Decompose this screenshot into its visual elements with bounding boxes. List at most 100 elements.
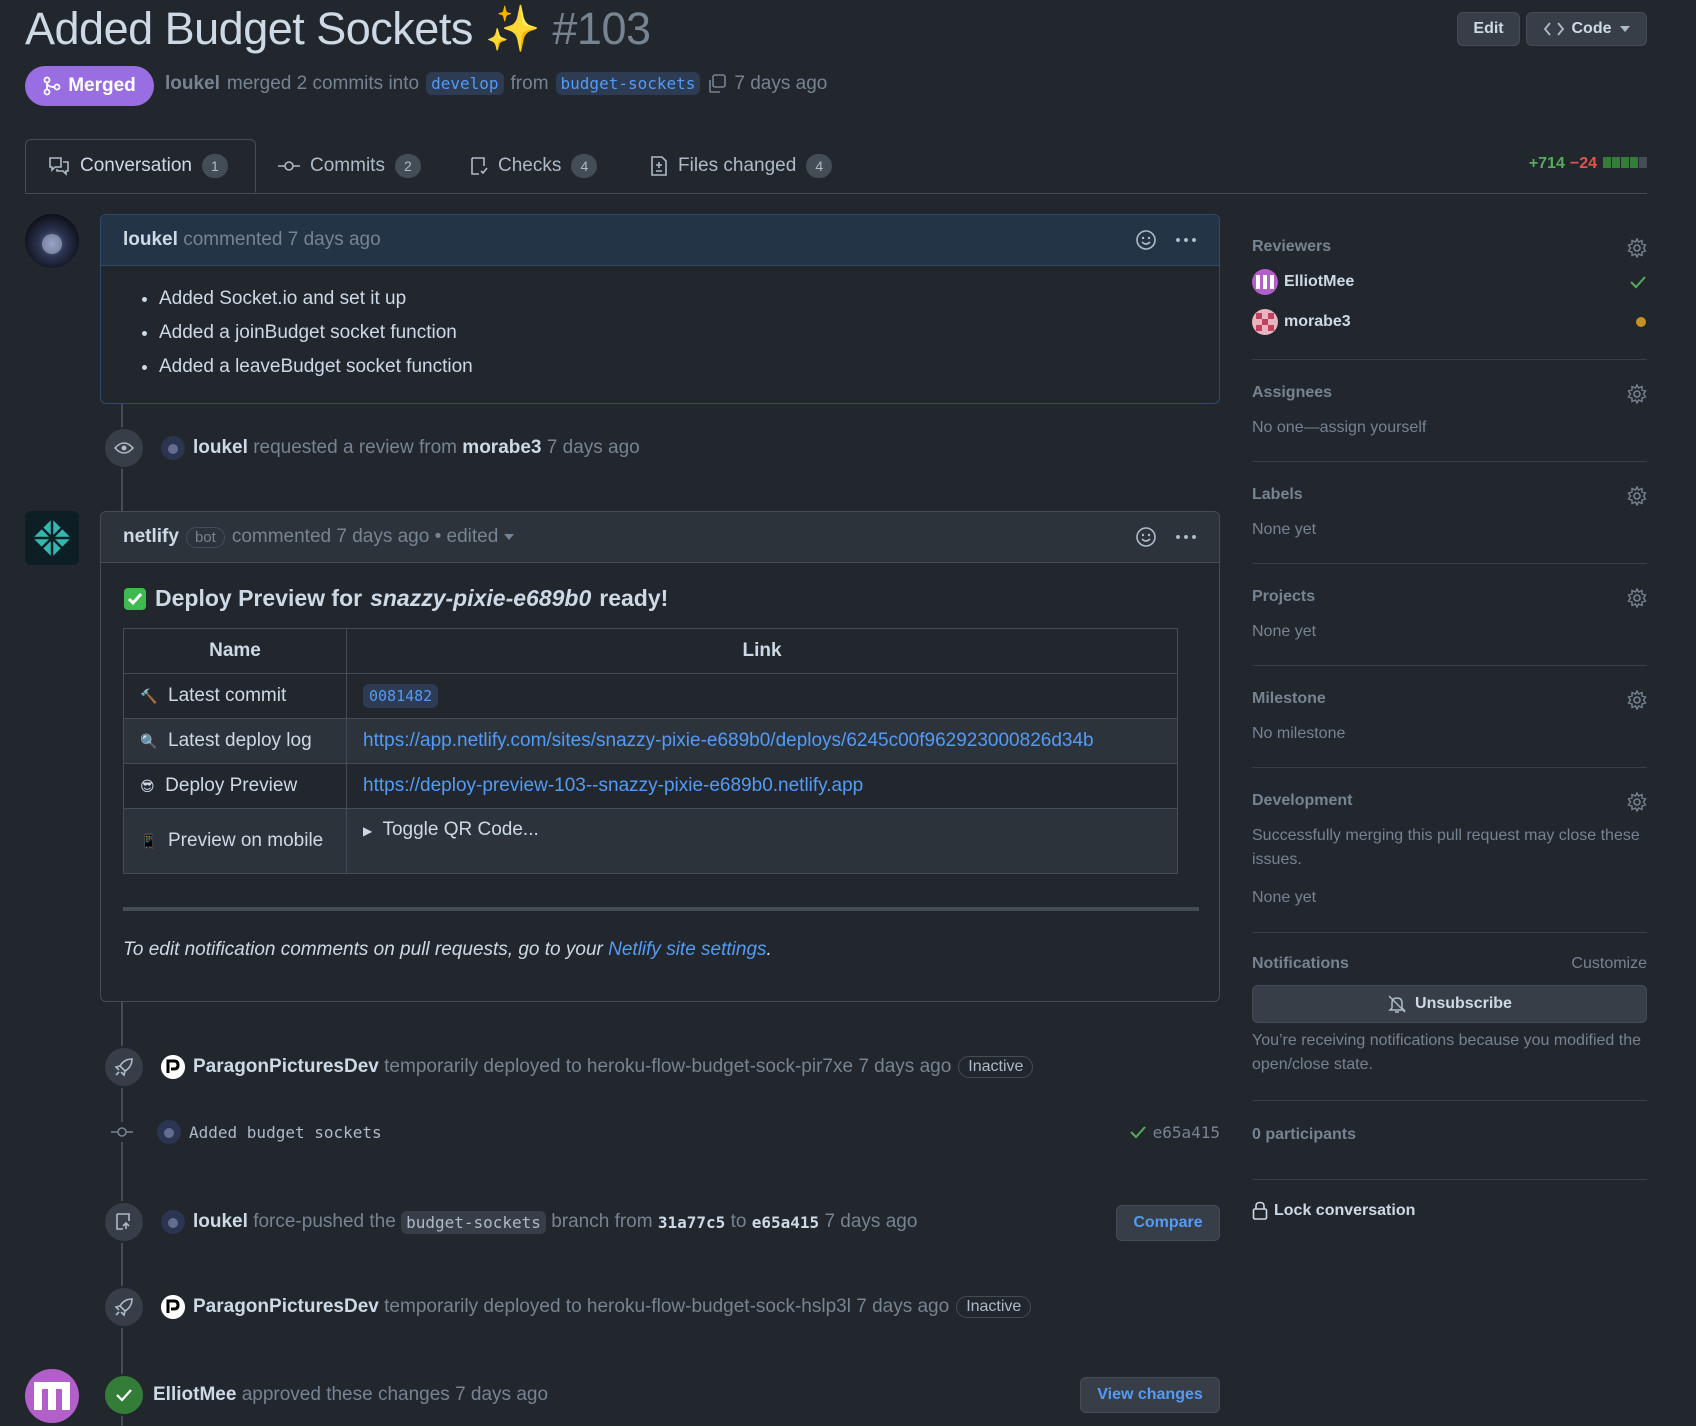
check-icon [1630,276,1646,289]
comment-netlify: netlify bot commented 7 days ago • edite… [100,511,1220,1002]
deploy-table: Name Link 🔨 Latest commit 0081482 🔍 Late… [123,628,1178,874]
commit-message[interactable]: Added budget sockets [189,1123,382,1142]
kebab-horizontal-icon[interactable] [1175,237,1197,243]
gear-icon[interactable] [1627,238,1647,258]
tab-files-changed[interactable]: Files changed 4 [650,139,833,193]
comment-author[interactable]: netlify [123,526,179,548]
check-icon[interactable] [1129,1125,1147,1139]
comment-header: netlify bot commented 7 days ago • edite… [101,512,1219,563]
labels-value: None yet [1252,521,1317,538]
copy-icon[interactable] [707,73,727,94]
milestone-section: Milestone No milestone [1252,690,1647,768]
deploy-heading-suffix: ready! [599,585,669,611]
table-row: 📱 Preview on mobile ▶ Toggle QR Code... [123,808,1178,874]
event-actor[interactable]: ParagonPicturesDev [193,1056,379,1078]
assignees-value[interactable]: No one—assign yourself [1252,416,1647,440]
file-diff-icon [651,156,667,176]
avatar[interactable] [161,1055,185,1079]
reviewer-elliotmee[interactable]: ElliotMee [1252,262,1647,302]
netlify-avatar[interactable] [25,511,79,565]
pr-tabs: Conversation 1 Commits 2 Checks 4 Files … [25,139,1647,194]
projects-section: Projects None yet [1252,588,1647,666]
tab-checks[interactable]: Checks 4 [470,139,598,193]
table-row: 🔍 Latest deploy log https://app.netlify.… [123,718,1178,764]
event-text: approved these changes [241,1384,450,1405]
tab-commits-label: Commits [310,155,385,176]
tab-checks-count: 4 [571,154,598,178]
requested-reviewer[interactable]: morabe3 [462,437,541,459]
event-time: 7 days ago [856,1296,950,1317]
branch-name[interactable]: budget-sockets [401,1210,546,1234]
avatar[interactable] [161,436,185,460]
event-actor[interactable]: ParagonPicturesDev [193,1296,379,1318]
latest-commit-sha[interactable]: 0081482 [363,684,439,708]
reviewers-title: Reviewers [1252,238,1332,255]
labels-section: Labels None yet [1252,486,1647,564]
lock-conversation[interactable]: Lock conversation [1252,1201,1647,1221]
deploy-log-link[interactable]: https://app.netlify.com/sites/snazzy-pix… [363,730,1094,751]
netlify-settings-link[interactable]: Netlify site settings [608,939,766,960]
head-branch[interactable]: budget-sockets [555,72,701,95]
tab-conversation[interactable]: Conversation 1 [25,139,256,193]
reviewer-name: morabe3 [1284,313,1351,330]
deploy-heading-prefix: Deploy Preview for [155,585,363,611]
tab-commits[interactable]: Commits 2 [278,139,421,193]
diffstat: +714 −24 [1529,155,1647,173]
edited-dropdown[interactable]: • edited [435,526,499,548]
notifications-reason: You’re receiving notifications because y… [1252,1032,1641,1073]
edit-button[interactable]: Edit [1457,12,1520,46]
gear-icon[interactable] [1627,690,1647,710]
deploy-event: ParagonPicturesDev temporarily deployed … [103,1046,1034,1088]
from-sha[interactable]: 31a77c5 [658,1213,725,1232]
comment-author[interactable]: loukel [123,229,178,251]
tab-files-label: Files changed [678,155,797,176]
triangle-right-icon[interactable]: ▶ [363,824,372,838]
avatar[interactable] [161,1210,185,1234]
assignees-section: Assignees No one—assign yourself [1252,384,1647,462]
labels-title: Labels [1252,486,1303,503]
caret-down-icon[interactable] [503,534,514,540]
customize-link[interactable]: Customize [1571,955,1647,973]
event-text: force-pushed the [253,1211,396,1232]
event-actor[interactable]: loukel [193,1211,248,1233]
base-branch[interactable]: develop [426,72,504,95]
author-link[interactable]: loukel [165,73,220,95]
table-header-link: Link [346,628,1178,674]
compare-button[interactable]: Compare [1116,1205,1220,1241]
to-sha[interactable]: e65a415 [752,1213,819,1232]
deploy-preview-link[interactable]: https://deploy-preview-103--snazzy-pixie… [363,775,863,796]
view-changes-button[interactable]: View changes [1080,1377,1220,1413]
avatar[interactable] [161,1295,185,1319]
note-suffix: . [766,939,772,960]
gear-icon[interactable] [1627,588,1647,608]
elliotmee-avatar[interactable] [25,1369,79,1423]
commit-sha[interactable]: e65a415 [1153,1123,1220,1142]
milestone-value: No milestone [1252,725,1346,742]
reviewer-morabe3[interactable]: morabe3 [1252,302,1647,342]
avatar[interactable] [157,1120,181,1144]
comment-meta: commented 7 days ago [231,526,430,547]
event-actor[interactable]: ElliotMee [153,1384,236,1406]
lock-icon [1252,1201,1268,1220]
smiley-icon[interactable] [1135,526,1157,548]
bot-label: bot [185,526,225,548]
unsubscribe-button[interactable]: Unsubscribe [1252,985,1647,1023]
kebab-horizontal-icon[interactable] [1175,534,1197,540]
development-desc: Successfully merging this pull request m… [1252,827,1640,868]
gear-icon[interactable] [1627,486,1647,506]
comment-header: loukel commented 7 days ago [101,215,1219,266]
tab-checks-label: Checks [498,155,562,176]
merge-time: 7 days ago [734,72,828,94]
avatar[interactable] [25,214,79,268]
gear-icon[interactable] [1627,792,1647,812]
event-actor[interactable]: loukel [193,437,248,459]
assignees-title: Assignees [1252,384,1333,401]
toggle-qr-code[interactable]: Toggle QR Code... [382,819,538,840]
note-prefix: To edit notification comments on pull re… [123,939,603,960]
code-button[interactable]: Code [1526,12,1647,46]
caret-down-icon [1619,26,1630,32]
smiley-icon[interactable] [1135,229,1157,251]
pr-number: #103 [552,3,651,54]
milestone-title: Milestone [1252,690,1326,707]
gear-icon[interactable] [1627,384,1647,404]
